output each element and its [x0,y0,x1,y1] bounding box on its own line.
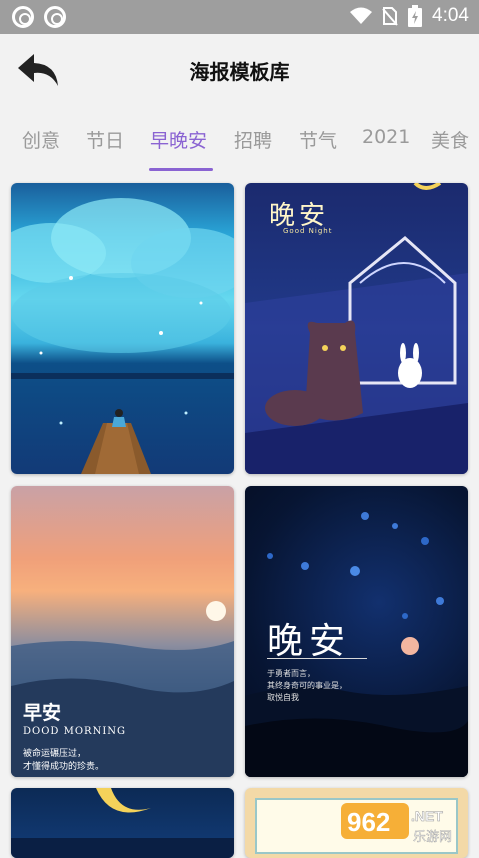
divider [267,658,367,659]
battery-icon [408,5,422,27]
category-tabs: 创意 节日 早晚安 招聘 节气 2021 美食 [0,108,479,172]
no-sim-icon [382,6,398,26]
poster-template-card[interactable] [11,183,234,474]
caption-line: 其终身奇可的事业是， [267,680,347,692]
poster-title: 晚安 [267,612,351,664]
tab-festival[interactable]: 节日 [86,126,124,153]
tab-solar-term[interactable]: 节气 [299,126,337,153]
status-time: 4:04 [432,5,469,27]
caption-line: 才懂得成功的珍贵。 [23,761,104,774]
tab-morning-night[interactable]: 早晚安 [150,126,207,153]
caption-line: 取悦自我 [267,692,347,704]
poster-artwork [11,183,234,474]
poster-template-card[interactable] [11,788,234,858]
notification-icon [12,6,34,28]
caption-line: 于勇者而言， [267,668,347,680]
poster-caption: 被命运碾压过， 才懂得成功的珍贵。 [23,748,104,774]
svg-text:962: 962 [347,807,390,837]
tab-2021[interactable]: 2021 [362,126,410,148]
site-watermark-logo: 962 .NET 乐游网 [341,799,469,847]
svg-text:.NET: .NET [411,808,443,824]
poster-subtitle: DOOD MORNING [23,726,126,737]
poster-subtitle: Good Night [283,227,332,235]
poster-title: 早安 [23,698,61,725]
svg-text:乐游网: 乐游网 [413,830,452,845]
poster-caption: 于勇者而言， 其终身奇可的事业是， 取悦自我 [267,668,347,704]
status-bar: 4:04 [0,0,479,34]
tab-creative[interactable]: 创意 [22,126,60,153]
page-title: 海报模板库 [0,56,479,85]
active-tab-indicator [149,168,213,171]
tab-food[interactable]: 美食 [431,126,469,153]
wifi-icon [350,7,372,25]
tab-recruiting[interactable]: 招聘 [234,126,272,153]
poster-template-card[interactable]: 早安 DOOD MORNING 被命运碾压过， 才懂得成功的珍贵。 [11,486,234,777]
notification-icon [44,6,66,28]
poster-artwork [11,788,234,858]
poster-template-card[interactable]: 晚安 于勇者而言， 其终身奇可的事业是， 取悦自我 [245,486,468,777]
poster-template-card[interactable]: 晚安 Good Night [245,183,468,474]
app-header: 海报模板库 [0,34,479,108]
caption-line: 被命运碾压过， [23,748,104,761]
